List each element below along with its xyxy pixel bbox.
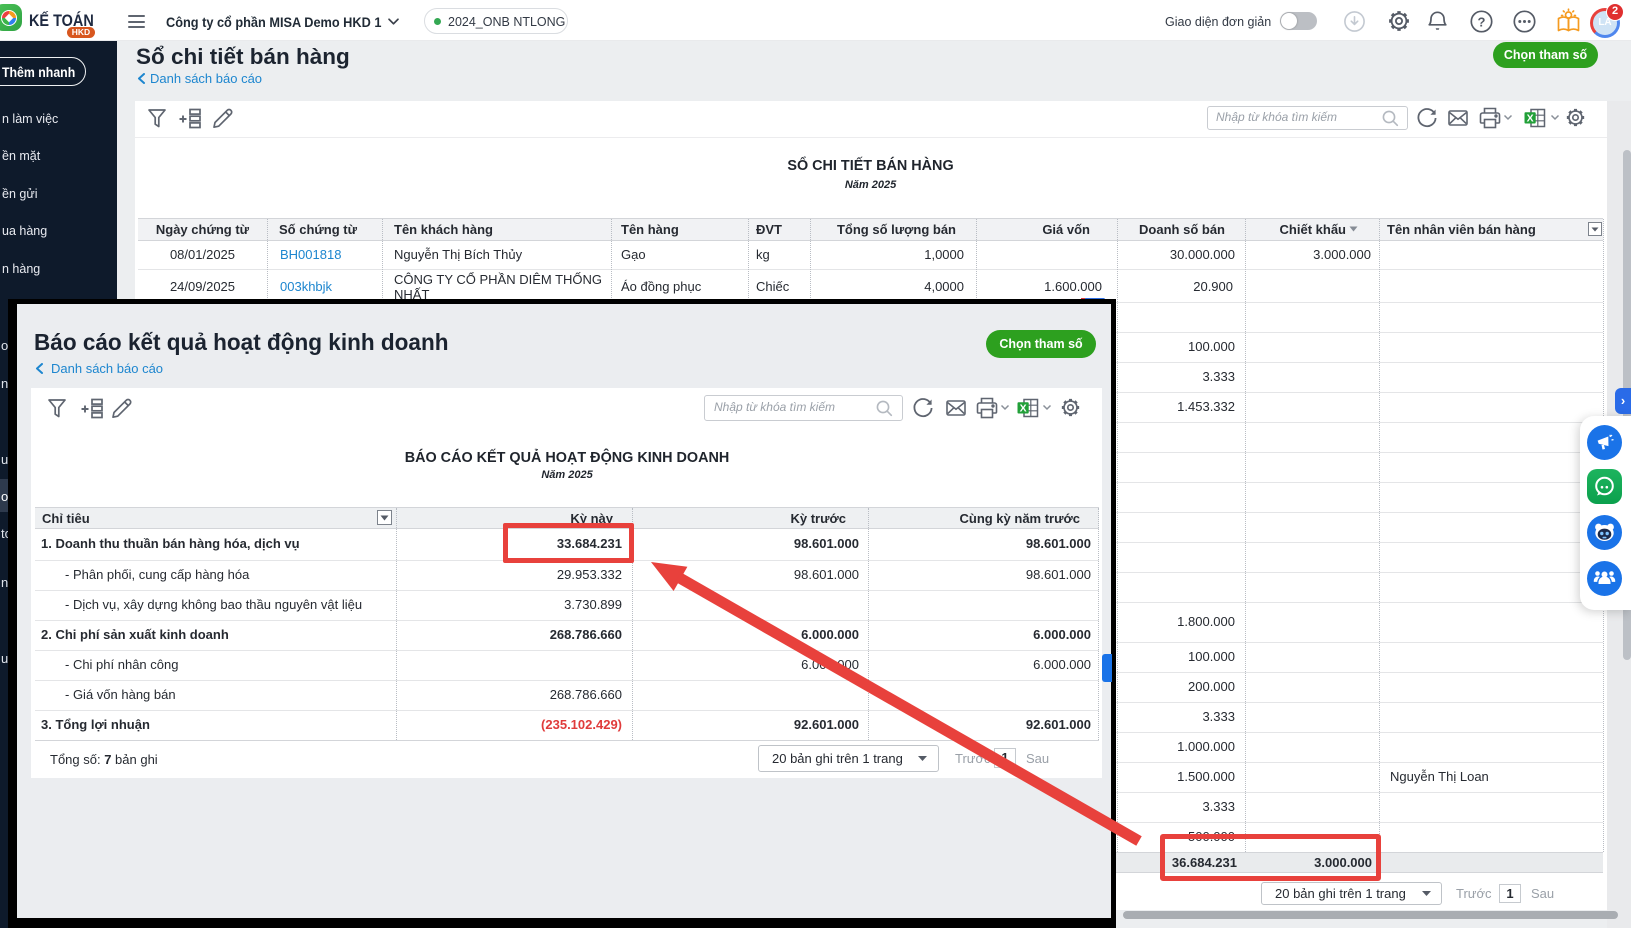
- svg-text:X: X: [1020, 403, 1027, 415]
- svg-text:?: ?: [1478, 14, 1486, 29]
- svg-text:X: X: [1527, 113, 1534, 125]
